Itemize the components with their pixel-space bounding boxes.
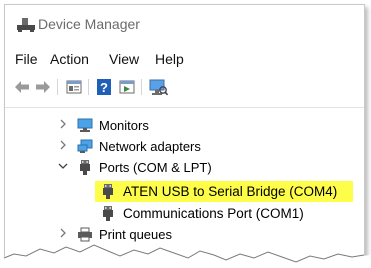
port-connector-icon xyxy=(103,184,113,199)
svg-text:?: ? xyxy=(100,80,108,95)
tree-item-communications-port[interactable]: Communications Port (COM1) xyxy=(5,204,355,223)
menu-view[interactable]: View xyxy=(109,51,139,67)
tree-item-label: Monitors xyxy=(99,118,149,133)
properties-icon[interactable] xyxy=(65,78,83,96)
device-manager-icon xyxy=(17,18,35,32)
tree-item-network-adapters[interactable]: Network adapters xyxy=(5,137,345,156)
help-icon[interactable]: ? xyxy=(95,78,113,96)
tree-item-label: Ports (COM & LPT) xyxy=(99,160,212,175)
menu-bar: File Action View Help xyxy=(5,48,364,70)
torn-edge-decoration xyxy=(0,244,371,268)
tree-item-label: Network adapters xyxy=(99,139,201,154)
device-manager-window: Device Manager File Action View Help ? M… xyxy=(4,4,365,268)
monitor-icon xyxy=(77,118,93,132)
tree-item-ports[interactable]: Ports (COM & LPT) xyxy=(5,158,345,177)
show-hidden-icon[interactable] xyxy=(118,78,136,96)
port-connector-icon xyxy=(80,160,90,175)
toolbar-separator xyxy=(57,79,58,95)
title-bar: Device Manager xyxy=(5,5,364,43)
chevron-right-icon[interactable] xyxy=(58,140,68,150)
forward-arrow-icon[interactable] xyxy=(34,78,52,96)
back-arrow-icon[interactable] xyxy=(13,78,31,96)
tree-item-aten-usb-serial-bridge[interactable]: ATEN USB to Serial Bridge (COM4) xyxy=(5,182,355,201)
toolbar: ? xyxy=(5,75,364,99)
scan-hardware-icon[interactable] xyxy=(148,78,168,96)
chevron-down-icon[interactable] xyxy=(58,161,68,171)
port-connector-icon xyxy=(103,206,113,221)
menu-file[interactable]: File xyxy=(15,51,38,67)
network-adapter-icon xyxy=(77,139,93,153)
tree-item-label: ATEN USB to Serial Bridge (COM4) xyxy=(123,184,338,199)
toolbar-separator xyxy=(88,79,89,95)
toolbar-separator xyxy=(141,79,142,95)
tree-item-label: Communications Port (COM1) xyxy=(123,206,304,221)
menu-help[interactable]: Help xyxy=(155,51,184,67)
chevron-right-icon[interactable] xyxy=(58,119,68,129)
window-title: Device Manager xyxy=(38,16,140,32)
menu-action[interactable]: Action xyxy=(50,51,89,67)
tree-item-monitors[interactable]: Monitors xyxy=(5,116,345,135)
